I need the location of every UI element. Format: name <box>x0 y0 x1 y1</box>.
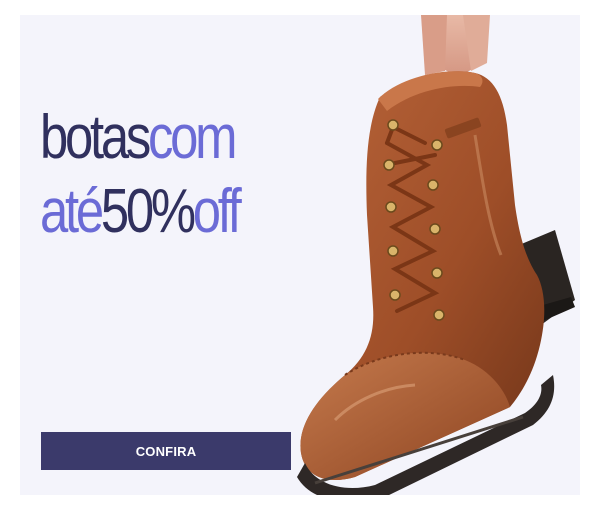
headline-word-botas: botas <box>40 103 151 172</box>
headline-word-com: com <box>147 103 237 172</box>
toe-cap <box>300 352 510 480</box>
boot-image[interactable] <box>275 15 580 495</box>
headline-word-off: off <box>192 177 242 246</box>
headline-discount: 50% <box>100 177 196 246</box>
hand-shape <box>421 15 490 77</box>
headline-line-2: até50%off <box>40 175 242 249</box>
promo-banner[interactable]: botascom até50%off CONFIRA <box>20 15 580 495</box>
confira-button[interactable]: CONFIRA <box>41 432 291 470</box>
headline-word-ate: até <box>40 177 104 246</box>
promo-headline: botascom até50%off <box>40 101 242 249</box>
headline-line-1: botascom <box>40 101 239 175</box>
